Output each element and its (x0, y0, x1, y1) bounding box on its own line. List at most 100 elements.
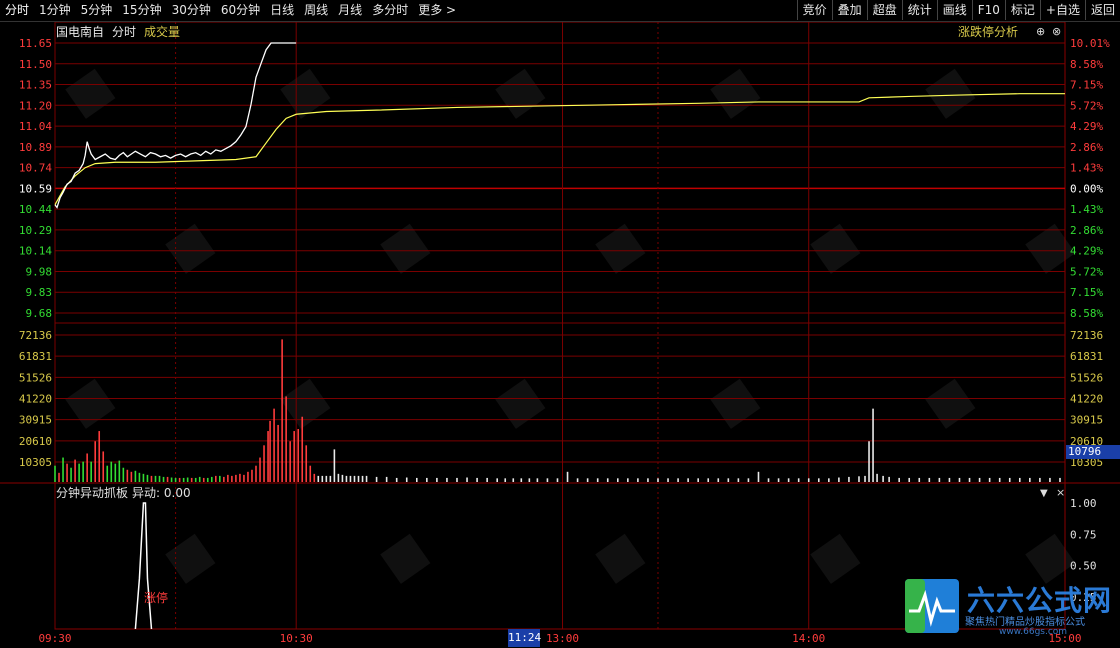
watermark (495, 378, 546, 429)
chart-frame (54, 21, 1066, 630)
tool-button-7[interactable]: +自选 (1039, 0, 1085, 20)
time-tick-label: 14:00 (792, 632, 825, 645)
current-time-badge: 11:24 (508, 629, 541, 647)
watermark-box (710, 68, 761, 119)
tool-button-0[interactable]: 竞价 (796, 0, 832, 20)
period-toolbar: 分时 1分钟 5分钟 15分钟 30分钟 60分钟 日线 周线 月线 多分时 更多 > 竞价 叠加 超盘… (0, 0, 1120, 22)
time-tick-label: 10:30 (280, 632, 313, 645)
volume-tick-label-right: 61831 (1070, 350, 1103, 363)
tab-period-8[interactable]: 月线 (333, 0, 367, 21)
watermark-layer (65, 68, 1076, 584)
volume-tick-label-left: 61831 (19, 350, 52, 363)
watermark-box (810, 223, 861, 274)
pct-tick-label: 5.72% (1070, 265, 1103, 278)
pct-tick-label: 8.58% (1070, 58, 1103, 71)
watermark-box (495, 68, 546, 119)
pct-tick-label: 7.15% (1070, 79, 1103, 92)
volume-tick-label-right: 72136 (1070, 329, 1103, 342)
indicator-lines: 涨停 ▼ × ⊕ ⊗ (134, 25, 1065, 630)
watermark-box (810, 533, 861, 584)
settings-icon: ⊗ (1052, 25, 1061, 38)
pct-tick-label: 1.43% (1070, 162, 1103, 175)
time-tick-label: 13:00 (546, 632, 579, 645)
watermark (1025, 223, 1076, 274)
tab-period-4[interactable]: 30分钟 (167, 0, 216, 21)
tab-period-10[interactable]: 更多 > (413, 0, 461, 21)
volume-tick-label-left: 41220 (19, 393, 52, 406)
tool-button-5[interactable]: F10 (971, 0, 1005, 20)
indicator-label[interactable]: 成交量 (144, 23, 180, 39)
chart-info-bar: 国电南自 分时 成交量 (56, 23, 180, 39)
tab-period-9[interactable]: 多分时 (367, 0, 413, 21)
intraday-chart[interactable]: 11.65 11.50 11.35 11.20 11.04 10.89 10.74 10.59… (0, 0, 1120, 648)
tool-buttons: 竞价 叠加 超盘 统计 画线 F10 标记 +自选 返回 (796, 0, 1120, 21)
zt-analysis-button[interactable]: 涨跌停分析 (958, 23, 1018, 40)
watermark-box (1025, 223, 1076, 274)
volume-tick-label-right: 51526 (1070, 371, 1103, 384)
price-tick-label: 9.68 (26, 307, 53, 320)
watermark (380, 533, 431, 584)
watermark-box (710, 378, 761, 429)
pct-tick-label: 4.29% (1070, 245, 1103, 258)
pct-tick-label: 5.72% (1070, 99, 1103, 112)
tool-button-4[interactable]: 画线 (936, 0, 972, 20)
tab-period-2[interactable]: 5分钟 (76, 0, 118, 21)
watermark (165, 223, 216, 274)
tab-period-7[interactable]: 周线 (299, 0, 333, 21)
indicator-tick-label: 1.00 (1070, 497, 1097, 510)
watermark (710, 378, 761, 429)
tab-period-6[interactable]: 日线 (265, 0, 299, 21)
zt-analysis-label: 涨跌停分析 (958, 25, 1019, 39)
tab-period-1[interactable]: 1分钟 (34, 0, 76, 21)
tool-button-3[interactable]: 统计 (901, 0, 937, 20)
price-tick-label: 9.98 (26, 265, 53, 278)
tool-button-8[interactable]: 返回 (1084, 0, 1120, 20)
up-icon: ⊕ (1036, 25, 1045, 38)
time-tick-label: 09:30 (38, 632, 71, 645)
logo-icon (905, 579, 959, 633)
tab-period-3[interactable]: 15分钟 (117, 0, 166, 21)
current-volume-badge: 10796 (1066, 445, 1120, 459)
indicator-tick-label: 0.50 (1070, 560, 1097, 573)
tool-button-1[interactable]: 叠加 (831, 0, 867, 20)
watermark-box (280, 378, 331, 429)
pct-tick-label: 4.29% (1070, 120, 1103, 133)
volume-tick-label-left: 20610 (19, 435, 52, 448)
price-tick-label: 10.14 (19, 245, 52, 258)
price-tick-label: 10.44 (19, 203, 52, 216)
stock-name: 国电南自 (56, 25, 105, 39)
pct-tick-label: 2.86% (1070, 224, 1103, 237)
watermark-box (595, 223, 646, 274)
indicator-title[interactable]: 分钟异动抓板 (56, 484, 128, 501)
watermark (810, 533, 861, 584)
watermark (710, 68, 761, 119)
volume-tick-label-right: 41220 (1070, 393, 1103, 406)
pct-tick-label: 8.58% (1070, 307, 1103, 320)
tab-period-5[interactable]: 60分钟 (216, 0, 265, 21)
watermark (280, 378, 331, 429)
pct-tick-label: 10.01% (1070, 37, 1110, 50)
watermark (595, 533, 646, 584)
watermark-box (380, 223, 431, 274)
tab-period-0[interactable]: 分时 (0, 0, 34, 21)
indicator-line (134, 502, 153, 630)
pct-tick-label: 1.43% (1070, 203, 1103, 216)
period-tabs: 分时 1分钟 5分钟 15分钟 30分钟 60分钟 日线 周线 月线 多分时 更多 > (0, 0, 461, 21)
price-tick-label: 11.35 (19, 79, 52, 92)
price-tick-label: 10.29 (19, 224, 52, 237)
watermark (65, 378, 116, 429)
volume-tick-label-left: 72136 (19, 329, 52, 342)
tool-button-6[interactable]: 标记 (1004, 0, 1040, 20)
tool-button-2[interactable]: 超盘 (866, 0, 902, 20)
watermark-box (165, 223, 216, 274)
signal-label: 涨停 (144, 590, 168, 605)
volume-tick-label-right: 30915 (1070, 414, 1103, 427)
price-tick-label: 10.74 (19, 162, 52, 175)
volume-bars (54, 339, 1061, 482)
watermark (380, 223, 431, 274)
pct-tick-label: 0.00% (1070, 182, 1103, 195)
price-tick-label: 11.50 (19, 58, 52, 71)
watermark (810, 223, 861, 274)
watermark (595, 223, 646, 274)
indicator-value: 异动: 0.00 (132, 486, 191, 500)
